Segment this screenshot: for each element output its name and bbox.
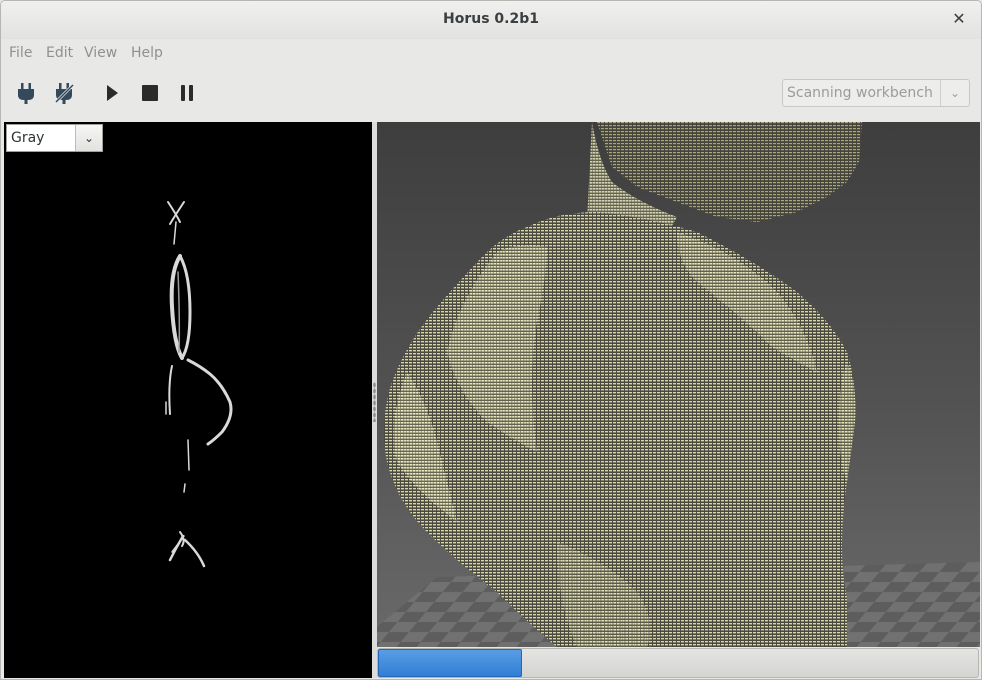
scan-progress-fill <box>378 649 522 677</box>
menu-file[interactable]: File <box>9 45 32 61</box>
connect-icon <box>18 83 34 104</box>
menu-edit[interactable]: Edit <box>46 45 73 61</box>
laser-line-image <box>165 201 233 568</box>
connect-button[interactable] <box>14 81 38 105</box>
camera-video-panel: Gray ⌄ <box>4 122 372 678</box>
stop-icon <box>142 85 158 101</box>
menu-bar: File Edit View Help <box>1 39 981 67</box>
menu-view[interactable]: View <box>84 45 117 61</box>
app-window: Horus 0.2b1 ✕ File Edit View Help Scanni… <box>0 0 982 680</box>
video-mode-select[interactable]: Gray ⌄ <box>6 124 103 152</box>
play-icon <box>107 85 118 101</box>
workbench-select-value: Scanning workbench <box>787 85 933 101</box>
title-bar: Horus 0.2b1 ✕ <box>1 1 981 39</box>
chevron-down-icon[interactable]: ⌄ <box>940 80 969 106</box>
menu-help[interactable]: Help <box>131 45 163 61</box>
chevron-down-icon[interactable]: ⌄ <box>75 125 102 151</box>
point-cloud-render <box>377 122 980 647</box>
video-mode-value: Gray <box>11 130 45 146</box>
close-button[interactable]: ✕ <box>949 9 969 29</box>
scene-3d-view[interactable] <box>377 122 980 647</box>
pause-icon <box>181 85 193 101</box>
toolbar: Scanning workbench ⌄ <box>1 67 981 121</box>
splitter-grip-icon[interactable] <box>373 382 376 422</box>
disconnect-icon <box>53 82 76 105</box>
scan-progress-bar <box>377 648 979 678</box>
workbench-select[interactable]: Scanning workbench ⌄ <box>782 79 970 107</box>
window-title: Horus 0.2b1 <box>443 11 539 27</box>
pause-button[interactable] <box>175 81 199 105</box>
stop-button[interactable] <box>138 81 162 105</box>
disconnect-button[interactable] <box>52 81 76 105</box>
play-button[interactable] <box>100 81 124 105</box>
